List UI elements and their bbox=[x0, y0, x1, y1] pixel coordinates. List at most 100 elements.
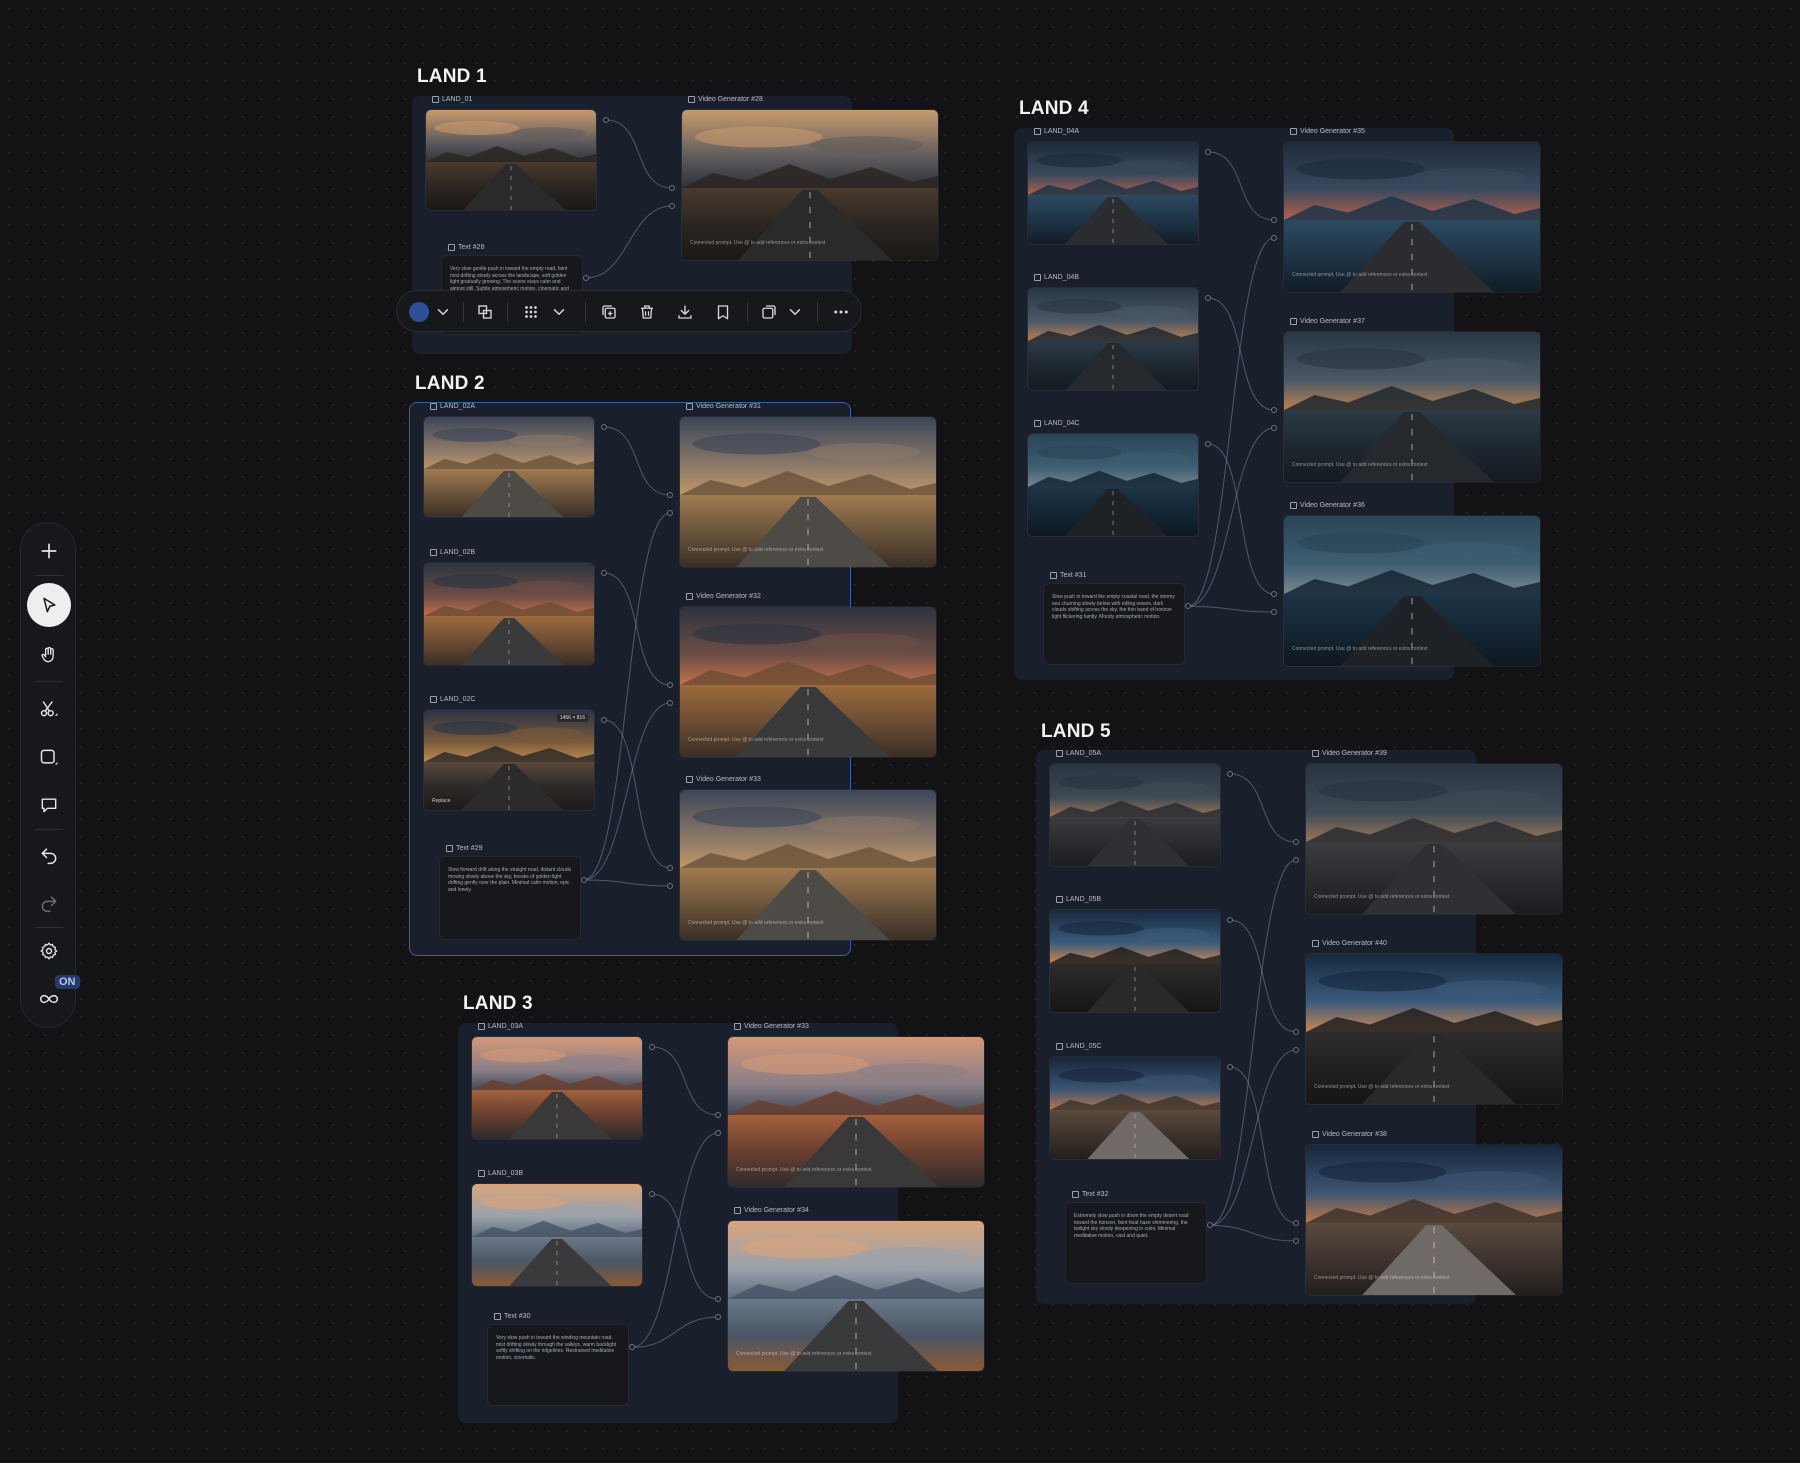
connection-port[interactable] bbox=[1271, 407, 1277, 413]
connection-port[interactable] bbox=[649, 1044, 655, 1050]
video-generator-node[interactable]: Video Generator #37 Connected prompt. Us… bbox=[1284, 318, 1540, 482]
color-dropdown-button[interactable] bbox=[431, 300, 455, 324]
video-generator-node[interactable]: Video Generator #39 Connected prompt. Us… bbox=[1306, 750, 1562, 914]
connection-port[interactable] bbox=[649, 1191, 655, 1197]
connection-port[interactable] bbox=[1271, 235, 1277, 241]
connection-port[interactable] bbox=[715, 1296, 721, 1302]
image-node[interactable]: LAND_03A bbox=[472, 1023, 642, 1139]
select-tool-button[interactable] bbox=[27, 583, 71, 627]
connection-port[interactable] bbox=[601, 717, 607, 723]
duplicate-button[interactable] bbox=[597, 300, 621, 324]
layout-grid-button[interactable] bbox=[519, 300, 543, 324]
delete-button[interactable] bbox=[635, 300, 659, 324]
undo-button[interactable] bbox=[29, 835, 69, 875]
image-node[interactable]: LAND_04B bbox=[1028, 274, 1198, 390]
image-node[interactable]: LAND_05A bbox=[1050, 750, 1220, 866]
connection-port[interactable] bbox=[1293, 1220, 1299, 1226]
arrange-dropdown-button[interactable] bbox=[783, 300, 807, 324]
video-generator-node[interactable]: Video Generator #38 Connected prompt. Us… bbox=[1306, 1131, 1562, 1295]
video-prompt-caption[interactable]: Connected prompt. Use @ to add reference… bbox=[688, 737, 823, 743]
color-picker-button[interactable] bbox=[407, 300, 431, 324]
video-generator-node[interactable]: Video Generator #35 Connected prompt. Us… bbox=[1284, 128, 1540, 292]
connection-port[interactable] bbox=[1271, 591, 1277, 597]
text-prompt-body[interactable]: Extremely slow push in down the empty de… bbox=[1074, 1213, 1198, 1239]
video-generator-node[interactable]: Video Generator #34 Connected prompt. Us… bbox=[728, 1207, 984, 1371]
ungroup-button[interactable] bbox=[473, 300, 497, 324]
connection-port[interactable] bbox=[1227, 771, 1233, 777]
image-node[interactable]: LAND_05C bbox=[1050, 1043, 1220, 1159]
image-node[interactable]: LAND_05B bbox=[1050, 896, 1220, 1012]
connection-port[interactable] bbox=[667, 492, 673, 498]
connection-port[interactable] bbox=[667, 700, 673, 706]
video-prompt-caption[interactable]: Connected prompt. Use @ to add reference… bbox=[1292, 646, 1427, 652]
video-prompt-caption[interactable]: Connected prompt. Use @ to add reference… bbox=[688, 920, 823, 926]
video-prompt-caption[interactable]: Connected prompt. Use @ to add reference… bbox=[1314, 1275, 1449, 1281]
redo-button[interactable] bbox=[29, 883, 69, 923]
more-button[interactable] bbox=[829, 300, 853, 324]
video-generator-node[interactable]: Video Generator #32 Connected prompt. Us… bbox=[680, 593, 936, 757]
connection-port[interactable] bbox=[1293, 1029, 1299, 1035]
video-generator-node[interactable]: Video Generator #33 Connected prompt. Us… bbox=[680, 776, 936, 940]
connection-port[interactable] bbox=[583, 274, 589, 281]
layout-dropdown-button[interactable] bbox=[547, 300, 571, 324]
connection-port[interactable] bbox=[1271, 217, 1277, 223]
text-prompt-node[interactable]: Text #30 Very slow push in toward the wi… bbox=[488, 1313, 628, 1405]
video-prompt-caption[interactable]: Connected prompt. Use @ to add reference… bbox=[1314, 894, 1449, 900]
image-node[interactable]: LAND_02C 1456 × 816 Replace bbox=[424, 696, 594, 810]
image-node[interactable]: LAND_03B bbox=[472, 1170, 642, 1286]
pan-tool-button[interactable] bbox=[29, 635, 69, 675]
text-prompt-node[interactable]: Text #32 Extremely slow push in down the… bbox=[1066, 1191, 1206, 1283]
text-prompt-body[interactable]: Slow forward drift along the straight ro… bbox=[448, 867, 572, 893]
connection-port[interactable] bbox=[667, 883, 673, 889]
video-generator-node[interactable]: Video Generator #31 Connected prompt. Us… bbox=[680, 403, 936, 567]
connection-port[interactable] bbox=[1205, 441, 1211, 447]
image-node[interactable]: LAND_01 bbox=[426, 96, 596, 210]
image-node[interactable]: LAND_04C bbox=[1028, 420, 1198, 536]
connection-port[interactable] bbox=[1227, 1064, 1233, 1070]
video-prompt-caption[interactable]: Connected prompt. Use @ to add reference… bbox=[736, 1351, 871, 1357]
connection-port[interactable] bbox=[603, 117, 609, 123]
settings-button[interactable] bbox=[29, 931, 69, 971]
video-prompt-caption[interactable]: Connected prompt. Use @ to add reference… bbox=[690, 240, 825, 246]
replace-image-button[interactable]: Replace bbox=[432, 798, 450, 804]
connection-port[interactable] bbox=[601, 424, 607, 430]
connection-port[interactable] bbox=[1293, 857, 1299, 863]
connection-port[interactable] bbox=[667, 510, 673, 516]
connection-port[interactable] bbox=[1293, 1047, 1299, 1053]
connection-port[interactable] bbox=[1227, 917, 1233, 923]
text-prompt-node[interactable]: Text #29 Slow forward drift along the st… bbox=[440, 845, 580, 939]
connection-port[interactable] bbox=[1205, 295, 1211, 301]
text-prompt-body[interactable]: Slow push in toward the empty coastal ro… bbox=[1052, 594, 1176, 620]
connection-port[interactable] bbox=[601, 570, 607, 576]
image-node[interactable]: LAND_02A bbox=[424, 403, 594, 517]
image-node[interactable]: LAND_04A bbox=[1028, 128, 1198, 244]
connection-port[interactable] bbox=[1205, 149, 1211, 155]
frame-tool-button[interactable] bbox=[29, 737, 69, 777]
text-prompt-body[interactable]: Very slow push in toward the winding mou… bbox=[496, 1335, 620, 1361]
video-generator-node[interactable]: Video Generator #33 Connected prompt. Us… bbox=[728, 1023, 984, 1187]
connection-port[interactable] bbox=[715, 1130, 721, 1136]
arrange-button[interactable] bbox=[757, 300, 781, 324]
image-node[interactable]: LAND_02B bbox=[424, 549, 594, 665]
video-prompt-caption[interactable]: Connected prompt. Use @ to add reference… bbox=[1292, 272, 1427, 278]
video-generator-node[interactable]: Video Generator #40 Connected prompt. Us… bbox=[1306, 940, 1562, 1104]
connection-port[interactable] bbox=[581, 876, 587, 883]
connection-port[interactable] bbox=[1271, 425, 1277, 431]
bookmark-button[interactable] bbox=[711, 300, 735, 324]
connection-port[interactable] bbox=[715, 1314, 721, 1320]
video-generator-node[interactable]: Video Generator #28 Connected prompt. Us… bbox=[682, 96, 938, 260]
video-prompt-caption[interactable]: Connected prompt. Use @ to add reference… bbox=[1292, 462, 1427, 468]
connection-port[interactable] bbox=[669, 185, 675, 191]
text-prompt-node[interactable]: Text #31 Slow push in toward the empty c… bbox=[1044, 572, 1184, 664]
connection-port[interactable] bbox=[1293, 1238, 1299, 1244]
connection-port[interactable] bbox=[667, 682, 673, 688]
connection-port[interactable] bbox=[669, 203, 675, 209]
connection-port[interactable] bbox=[715, 1112, 721, 1118]
cut-tool-button[interactable] bbox=[29, 689, 69, 729]
connection-port[interactable] bbox=[1293, 839, 1299, 845]
video-prompt-caption[interactable]: Connected prompt. Use @ to add reference… bbox=[688, 547, 823, 553]
comment-tool-button[interactable] bbox=[29, 785, 69, 825]
download-button[interactable] bbox=[673, 300, 697, 324]
video-prompt-caption[interactable]: Connected prompt. Use @ to add reference… bbox=[736, 1167, 871, 1173]
add-button[interactable] bbox=[29, 531, 69, 571]
